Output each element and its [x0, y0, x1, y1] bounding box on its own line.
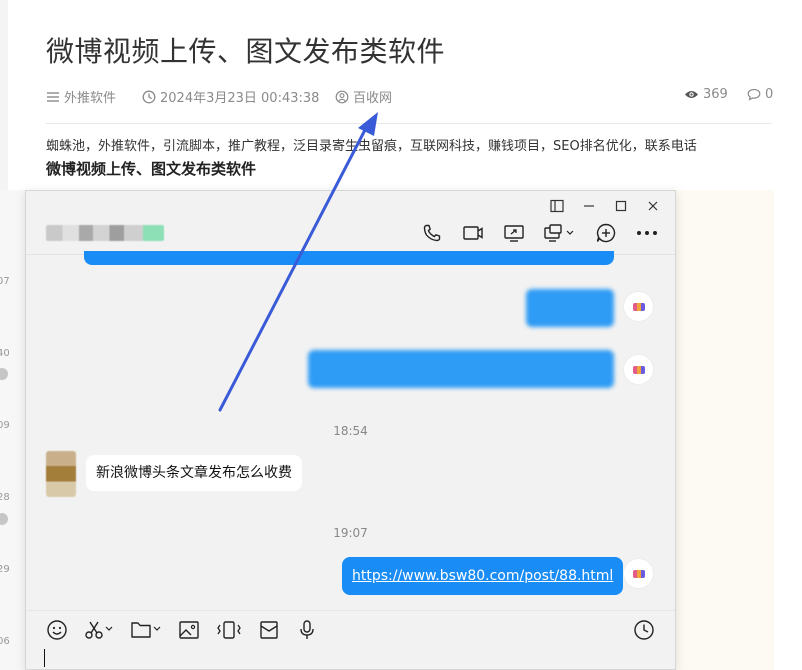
meta-author[interactable]: 百收网 — [335, 87, 392, 106]
views-count: 369 — [703, 87, 728, 102]
my-avatar[interactable] — [623, 291, 654, 322]
clock-icon — [142, 90, 156, 104]
menu-icon — [46, 90, 60, 104]
sidebar-toggle-icon[interactable] — [541, 195, 573, 217]
message-bubble-redacted[interactable] — [308, 350, 614, 388]
message-area[interactable]: 18:54 新浪微博头条文章发布怎么收费 19:07 https://www.b… — [26, 251, 675, 610]
tags-line: 蜘蛛池，外推软件，引流脚本，推广教程，泛目录寄生虫留痕，互联网科技，赚钱项目，S… — [46, 139, 697, 154]
folder-icon[interactable] — [130, 619, 162, 645]
author-label: 百收网 — [353, 91, 393, 106]
chat-header — [26, 191, 675, 255]
meta-comments[interactable]: 0 — [747, 87, 773, 102]
microphone-icon[interactable] — [296, 619, 318, 645]
user-icon — [335, 90, 349, 104]
my-avatar[interactable] — [623, 354, 654, 385]
close-icon[interactable] — [637, 195, 669, 217]
message-bubble-partial[interactable] — [84, 251, 614, 265]
image-icon[interactable] — [178, 619, 200, 645]
time-divider: 18:54 — [333, 424, 368, 438]
contact-name-redacted[interactable] — [46, 225, 164, 241]
meta-category[interactable]: 外推软件 — [46, 87, 116, 106]
chat-list-time: 40 — [0, 348, 10, 359]
page-right-panel — [676, 190, 774, 670]
add-member-icon[interactable] — [594, 221, 618, 245]
page-left-edge — [0, 0, 8, 190]
header-tools — [420, 221, 659, 245]
comment-icon — [747, 88, 761, 101]
chat-list-time: 07 — [0, 276, 10, 287]
remote-assist-icon[interactable] — [543, 221, 577, 245]
scissors-icon[interactable] — [84, 619, 114, 645]
article-title: 微博视频上传、图文发布类软件 — [46, 35, 446, 68]
unread-dot — [0, 513, 8, 525]
screen-share-icon[interactable] — [502, 221, 526, 245]
avatar-logo-icon — [632, 302, 645, 311]
avatar-logo-icon — [632, 569, 645, 578]
window-controls — [541, 195, 669, 217]
history-icon[interactable] — [633, 619, 655, 645]
incoming-message[interactable]: 新浪微博头条文章发布怎么收费 — [86, 455, 302, 491]
sub-heading: 微博视频上传、图文发布类软件 — [46, 160, 257, 178]
chat-list-time: 29 — [0, 564, 10, 575]
meta-views: 369 — [684, 87, 728, 102]
phone-icon[interactable] — [420, 221, 444, 245]
message-bubble-redacted[interactable] — [526, 289, 614, 327]
outgoing-message[interactable]: https://www.bsw80.com/post/88.html — [342, 557, 624, 595]
comments-count: 0 — [765, 87, 774, 102]
avatar-logo-icon — [632, 365, 645, 374]
my-avatar[interactable] — [623, 558, 654, 589]
category-label: 外推软件 — [64, 91, 117, 106]
text-caret — [44, 649, 45, 667]
vibrate-icon[interactable] — [216, 619, 242, 645]
chat-list-time: 28 — [0, 492, 10, 503]
chat-list-time: 06 — [0, 636, 10, 647]
more-icon[interactable] — [635, 221, 659, 245]
chat-list-strip: 07 40 09 28 29 06 — [0, 190, 26, 670]
meta-divider — [46, 123, 772, 124]
emoji-icon[interactable] — [46, 619, 68, 645]
unread-dot — [0, 368, 8, 380]
input-toolbar — [46, 619, 318, 645]
meta-date: 2024年3月23日 00:43:38 — [142, 87, 319, 106]
date-text: 2024年3月23日 00:43:38 — [160, 91, 320, 106]
envelope-icon[interactable] — [258, 619, 280, 645]
input-area[interactable] — [26, 610, 675, 669]
contact-avatar[interactable] — [46, 451, 76, 497]
message-link[interactable]: https://www.bsw80.com/post/88.html — [352, 568, 613, 584]
chat-list-time: 09 — [0, 420, 10, 431]
chat-window: 18:54 新浪微博头条文章发布怎么收费 19:07 https://www.b… — [25, 190, 676, 670]
time-divider: 19:07 — [333, 526, 368, 540]
minimize-icon[interactable] — [573, 195, 605, 217]
maximize-icon[interactable] — [605, 195, 637, 217]
eye-icon — [684, 89, 699, 100]
video-call-icon[interactable] — [461, 221, 485, 245]
